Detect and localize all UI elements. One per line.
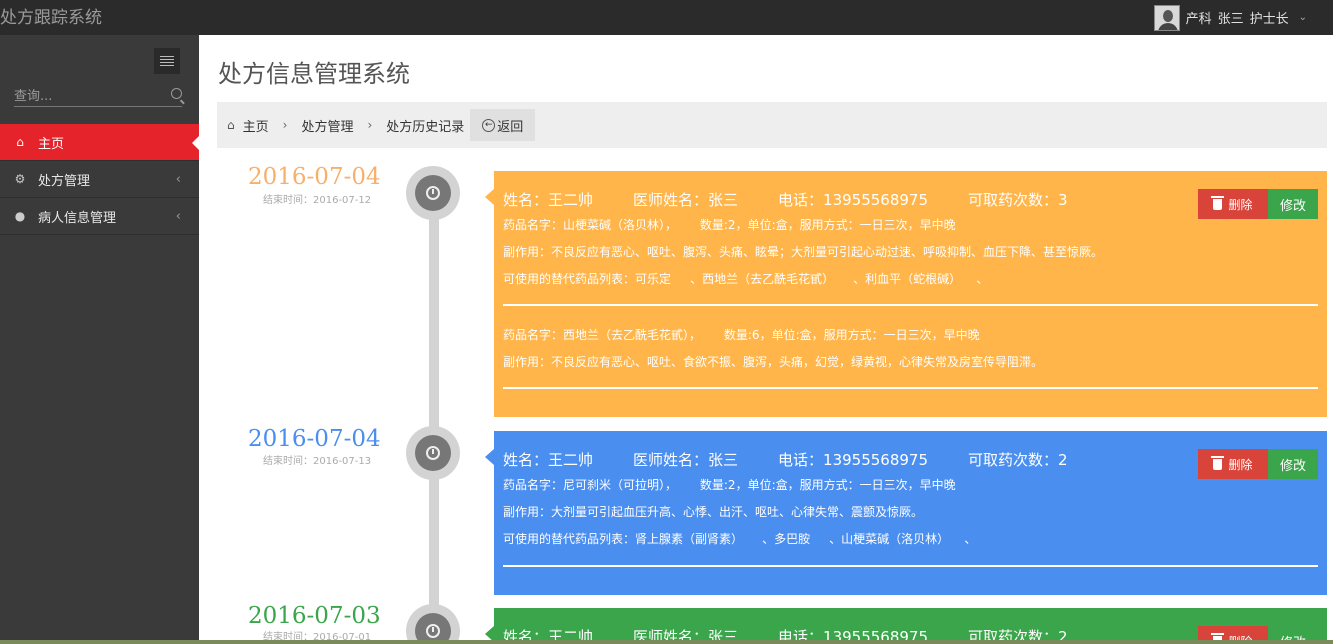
record-header: 姓名：王二帅 医师姓名：张三 电话：13955568975 可取药次数：2: [503, 449, 1108, 470]
delete-label: 删除: [1228, 197, 1253, 212]
page-title: 处方信息管理系统: [218, 60, 410, 88]
timeline-node: [406, 604, 460, 644]
timeline-node: [406, 166, 460, 220]
chevron-down-icon[interactable]: ⌄: [1299, 12, 1307, 23]
app-brand: 处方跟踪系统: [0, 8, 102, 28]
divider: [503, 565, 1318, 567]
record-end-time: 结束时间：2016-07-12: [263, 195, 372, 206]
record-date: 2016-07-04: [248, 426, 381, 452]
phone: 电话：13955568975: [778, 191, 929, 209]
phone: 电话：13955568975: [778, 451, 929, 469]
drug-line: 药品名字：山梗菜碱（洛贝林）， 数量:2，单位:盒，服用方式：一日三次，早中晚: [503, 218, 956, 232]
top-bar: 处方跟踪系统 产科 张三 护士长 ⌄: [0, 0, 1333, 35]
back-button[interactable]: ← 返回: [470, 109, 536, 141]
sidebar: ⌂ 主页 ⚙ 处方管理 ‹ ● 病人信息管理 ‹: [0, 35, 200, 644]
sidebar-item-patients[interactable]: ● 病人信息管理 ‹: [0, 198, 199, 235]
remaining-count: 可取药次数：3: [968, 191, 1068, 209]
breadcrumb-level1[interactable]: 处方管理: [301, 116, 353, 135]
search-icon[interactable]: [171, 88, 182, 99]
patient-name: 姓名：王二帅: [503, 451, 594, 469]
timeline-line: [429, 190, 439, 644]
sidebar-nav: ⌂ 主页 ⚙ 处方管理 ‹ ● 病人信息管理 ‹: [0, 124, 200, 235]
side-effect-line: 副作用：不良反应有恶心、呕吐、腹泻、头痛、眩晕；大剂量可引起心动过速、呼吸抑制、…: [503, 245, 1104, 259]
trash-icon: [1211, 455, 1225, 470]
record-card: 姓名：王二帅 医师姓名：张三 电话：13955568975 可取药次数：2 删除…: [485, 431, 1327, 595]
record-card: 姓名：王二帅 医师姓名：张三 电话：13955568975 可取药次数：3 删除…: [485, 171, 1327, 417]
chevron-left-icon: ‹: [175, 208, 181, 224]
delete-button[interactable]: 删除: [1198, 449, 1268, 479]
divider: [503, 387, 1318, 389]
user-role: 护士长: [1249, 12, 1289, 27]
side-effect-line: 副作用：不良反应有恶心、呕吐、食欲不振、腹泻，头痛，幻觉，绿黄视，心律失常及房室…: [503, 355, 1044, 369]
delete-label: 删除: [1228, 457, 1253, 472]
clock-icon: [426, 446, 440, 460]
sidebar-item-prescriptions[interactable]: ⚙ 处方管理 ‹: [0, 161, 199, 198]
alternatives-line: 可使用的替代药品列表：可乐定 、西地兰（去乙酰毛花甙） 、利血平（蛇根碱） 、: [503, 272, 989, 286]
chevron-right-icon: ›: [367, 118, 373, 132]
edit-button[interactable]: 修改: [1268, 449, 1318, 479]
record-end-time: 结束时间：2016-07-13: [263, 456, 372, 467]
sidebar-item-home[interactable]: ⌂ 主页: [0, 124, 200, 161]
user-icon: ●: [14, 209, 26, 223]
sidebar-item-label: 处方管理: [38, 173, 91, 189]
remaining-count: 可取药次数：2: [968, 451, 1068, 469]
home-icon: ⌂: [16, 135, 24, 149]
timeline-node: [406, 426, 460, 480]
sidebar-item-label: 病人信息管理: [38, 210, 117, 226]
alternatives-line: 可使用的替代药品列表：肾上腺素（副肾素） 、多巴胺 、山梗菜碱（洛贝林） 、: [503, 532, 977, 546]
sidebar-search: [14, 85, 182, 107]
doctor-name: 医师姓名：张三: [633, 451, 739, 469]
record-date: 2016-07-04: [248, 164, 381, 190]
home-icon: ⌂: [227, 118, 235, 132]
chevron-left-icon: ‹: [175, 171, 181, 187]
user-department: 产科: [1185, 12, 1212, 27]
avatar: [1153, 4, 1180, 31]
menu-toggle-button[interactable]: [154, 48, 180, 74]
back-button-label: 返回: [497, 119, 524, 135]
record-card: 姓名：王二帅 医师姓名：张三 电话：13955568975 可取药次数：2 删除…: [485, 608, 1327, 644]
edit-button[interactable]: 修改: [1268, 189, 1318, 219]
user-name: 张三: [1217, 12, 1244, 27]
search-input[interactable]: [14, 89, 154, 104]
doctor-name: 医师姓名：张三: [633, 191, 739, 209]
clock-icon: [426, 186, 440, 200]
clock-icon: [426, 624, 440, 638]
arrow-left-icon: ←: [482, 118, 496, 132]
side-effect-line: 副作用：大剂量可引起血压升高、心悸、出汗、呕吐、心律失常、震颤及惊厥。: [503, 505, 924, 519]
chevron-right-icon: ›: [282, 118, 288, 132]
drug-line: 药品名字：西地兰（去乙酰毛花甙）， 数量:6，单位:盒，服用方式：一日三次，早中…: [503, 328, 980, 342]
record-date: 2016-07-03: [248, 603, 381, 629]
taskbar-strip: [0, 640, 1333, 644]
record-header: 姓名：王二帅 医师姓名：张三 电话：13955568975 可取药次数：3: [503, 189, 1108, 210]
patient-name: 姓名：王二帅: [503, 191, 594, 209]
delete-button[interactable]: 删除: [1198, 189, 1268, 219]
breadcrumb-level2: 处方历史记录: [386, 119, 465, 135]
breadcrumb: ⌂ 主页 › 处方管理 › 处方历史记录 ← 返回: [217, 102, 1327, 148]
user-menu[interactable]: 产科 张三 护士长 ⌄: [1153, 2, 1313, 33]
trash-icon: [1211, 195, 1225, 210]
sidebar-item-label: 主页: [38, 136, 65, 152]
divider: [503, 304, 1318, 306]
drug-line: 药品名字：尼可刹米（可拉明）， 数量:2，单位:盒，服用方式：一日三次，早中晚: [503, 478, 956, 492]
breadcrumb-home[interactable]: 主页: [243, 116, 269, 135]
gears-icon: ⚙: [14, 172, 26, 186]
